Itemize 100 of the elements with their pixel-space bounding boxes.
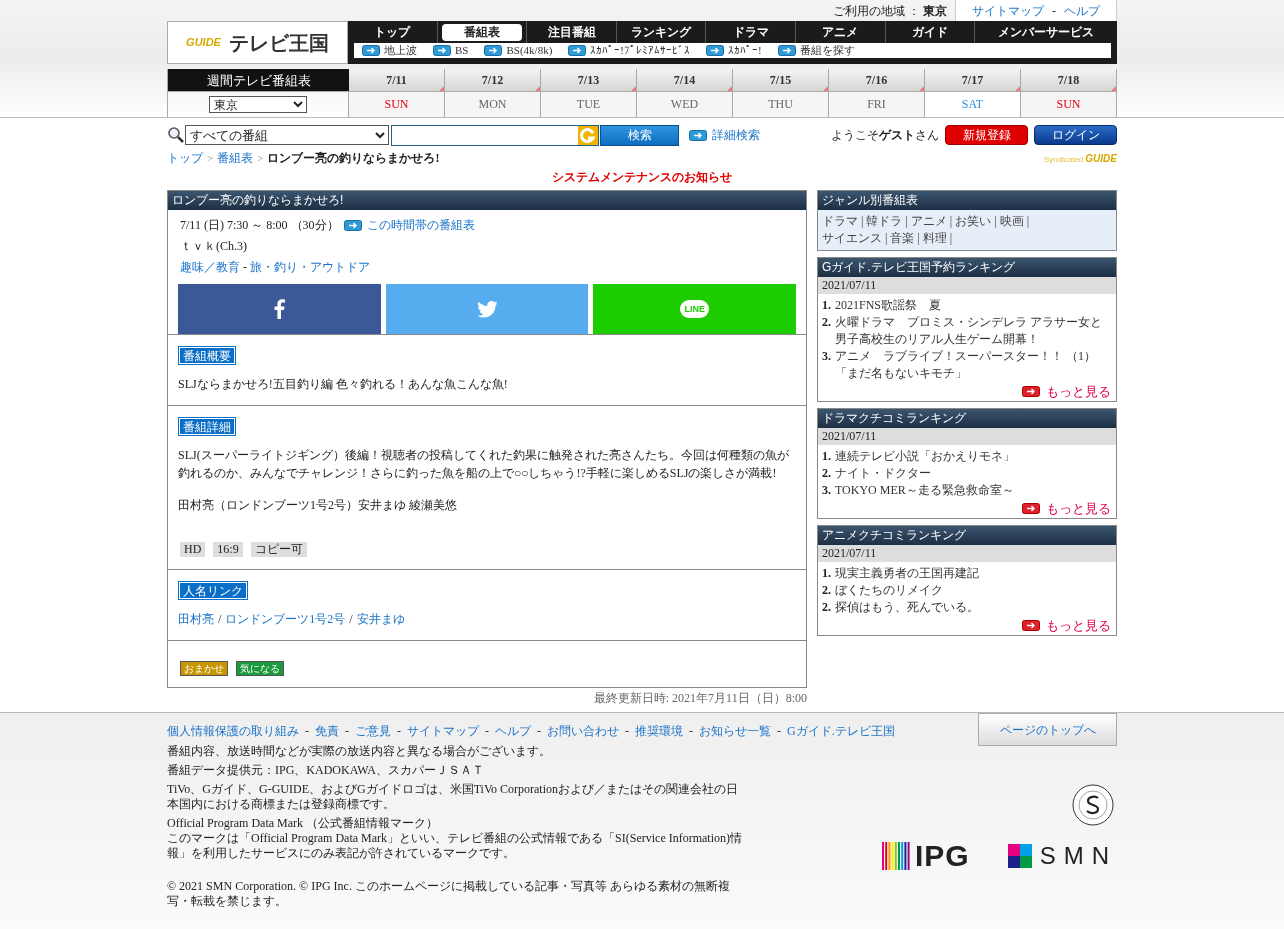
ranking-link[interactable]: ぼくたちのリメイク [835, 582, 943, 599]
region-label: ご利用の地域 ： 東京 [832, 2, 948, 20]
genre-link[interactable]: 趣味／教育 [180, 258, 240, 276]
timeslot-link[interactable]: この時間帯の番組表 [366, 216, 475, 234]
page-top-button[interactable]: ページのトップへ [978, 713, 1117, 746]
day-label[interactable]: TUE [541, 92, 637, 117]
date-tab[interactable]: 7/17 [925, 69, 1021, 92]
date-tab[interactable]: 7/16 [829, 69, 925, 92]
footer-link[interactable]: 推奨環境 [635, 722, 683, 740]
ranking-link[interactable]: 2021FNS歌謡祭 夏 [835, 297, 941, 314]
genre-link[interactable]: サイエンス [822, 230, 882, 247]
date-tab[interactable]: 7/11 [349, 69, 445, 92]
genre-link[interactable]: 音楽 [890, 230, 915, 247]
nav-tab[interactable]: メンバーサービス [990, 23, 1103, 41]
login-button[interactable]: ログイン [1034, 125, 1117, 145]
separator-text: - [625, 723, 629, 740]
top-link[interactable]: ヘルプ [1064, 1, 1100, 20]
sub-nav-link[interactable]: ｽｶﾊﾟｰ! [706, 42, 762, 59]
separator-text: - [243, 259, 247, 276]
footer-link[interactable]: ご意見 [355, 722, 391, 740]
ranking-link[interactable]: 火曜ドラマ プロミス・シンデレラ アラサー女と男子高校生のリアル人生ゲーム開幕！ [835, 314, 1112, 348]
sub-nav-link[interactable]: 地上波 [362, 42, 417, 59]
genre-link[interactable]: アニメ [910, 213, 947, 230]
region-select[interactable]: 東京 [209, 96, 307, 113]
nav-tab[interactable]: アニメ [814, 23, 867, 41]
rank-number: 1. [822, 565, 832, 582]
box-title: アニメクチコミランキング [818, 526, 1116, 545]
site-logo[interactable]: GUIDE テレビ王国 [167, 21, 348, 64]
footer-link[interactable]: お問い合わせ [547, 722, 619, 740]
top-link[interactable]: サイトマップ [972, 1, 1044, 20]
footer-link[interactable]: 免責 [315, 722, 339, 740]
ranking-link[interactable]: TOKYO MER～走る緊急救命室～ [835, 482, 1014, 499]
day-label[interactable]: MON [445, 92, 541, 117]
nav-tab[interactable]: トップ [366, 23, 419, 41]
ranking-link[interactable]: 現実主義勇者の王国再建記 [835, 565, 979, 582]
nav-tab[interactable]: ランキング [623, 23, 700, 41]
rank-number: 1. [822, 448, 832, 465]
separator-text: | [861, 213, 864, 230]
section-label: 人名リンク [179, 582, 247, 599]
footer-link[interactable]: Gガイド.テレビ王国 [787, 722, 895, 740]
rank-number: 2. [822, 582, 832, 599]
maintenance-notice[interactable]: システムメンテナンスのお知らせ [167, 168, 1117, 184]
day-label[interactable]: FRI [829, 92, 925, 117]
person-link[interactable]: ロンドンブーツ1号2号 [225, 610, 346, 628]
sub-nav-link[interactable]: BS(4k/8k) [484, 42, 553, 59]
register-button[interactable]: 新規登録 [945, 125, 1028, 145]
footer-link[interactable]: 個人情報保護の取り組み [167, 722, 299, 740]
twitter-share-button[interactable] [385, 284, 589, 334]
ranking-date: 2021/07/11 [818, 277, 1116, 294]
sub-nav-link[interactable]: BS [433, 42, 469, 59]
date-tab[interactable]: 7/12 [445, 69, 541, 92]
date-tab[interactable]: 7/13 [541, 69, 637, 92]
ranking-link[interactable]: アニメ ラブライブ！スーパースター！！ （1）「まだ名もないキモチ」 [835, 348, 1112, 382]
nav-tab[interactable]: ガイド [903, 23, 956, 41]
more-link[interactable]: もっと見る [1046, 381, 1111, 402]
person-link[interactable]: 安井まゆ [356, 610, 405, 628]
day-label[interactable]: SAT [925, 92, 1021, 117]
ranking-link[interactable]: 探偵はもう、死んでいる。 [835, 599, 979, 616]
genre-link[interactable]: 料理 [922, 230, 947, 247]
summary-text: SLJならまかせろ!五目釣り編 色々釣れる！あんな魚こんな魚! [178, 376, 509, 393]
ranking-link[interactable]: ナイト・ドクター [835, 465, 931, 482]
action-button[interactable]: 気になる [236, 661, 284, 676]
date-tab[interactable]: 7/14 [637, 69, 733, 92]
day-label[interactable]: SUN [349, 92, 445, 117]
search-field[interactable] [391, 124, 599, 146]
nav-tab[interactable]: 番組表 [441, 23, 522, 41]
more-link[interactable]: もっと見る [1046, 615, 1111, 636]
sub-nav-link[interactable]: 番組を探す [777, 42, 855, 59]
ranking-link[interactable]: 連続テレビ小説「おかえりモネ」 [835, 448, 1015, 465]
breadcrumb-link[interactable]: トップ [167, 149, 203, 167]
line-icon: LINE [680, 300, 709, 318]
format-tag: HD [180, 542, 206, 557]
category-select[interactable]: すべての番組 [185, 125, 389, 145]
sub-nav-link[interactable]: ｽｶﾊﾟｰ!ﾌﾟﾚﾐｱﾑｻｰﾋﾞｽ [568, 42, 690, 59]
footer-link[interactable]: サイトマップ [407, 722, 479, 740]
genre-link[interactable]: 旅・釣り・アウトドア [250, 258, 370, 276]
genre-link[interactable]: お笑い [955, 213, 992, 230]
nav-tab[interactable]: ドラマ [724, 23, 777, 41]
day-label[interactable]: THU [733, 92, 829, 117]
breadcrumb-link[interactable]: 番組表 [217, 149, 254, 167]
nav-tab[interactable]: 注目番組 [539, 23, 604, 41]
separator-text: - [777, 723, 781, 740]
advanced-search-link[interactable]: 詳細検索 [689, 126, 760, 144]
person-link[interactable]: 田村亮 [178, 610, 214, 628]
more-link[interactable]: もっと見る [1046, 498, 1111, 519]
day-label[interactable]: SUN [1021, 92, 1117, 117]
genre-link[interactable]: 映画 [999, 213, 1024, 230]
bird-icon [476, 300, 498, 318]
official-mark-icon [1072, 784, 1114, 826]
date-tab[interactable]: 7/15 [733, 69, 829, 92]
search-button[interactable]: 検索 [600, 124, 679, 146]
date-tab[interactable]: 7/18 [1021, 69, 1117, 92]
genre-link[interactable]: ドラマ [822, 213, 858, 230]
day-label[interactable]: WED [637, 92, 733, 117]
separator-text: | [905, 213, 908, 230]
format-tag: コピー可 [250, 542, 307, 557]
footer-link[interactable]: お知らせ一覧 [699, 722, 771, 740]
box-title: ジャンル別番組表 [818, 191, 1116, 210]
footer-link[interactable]: ヘルプ [495, 722, 531, 740]
genre-link[interactable]: 韓ドラ [866, 213, 903, 230]
